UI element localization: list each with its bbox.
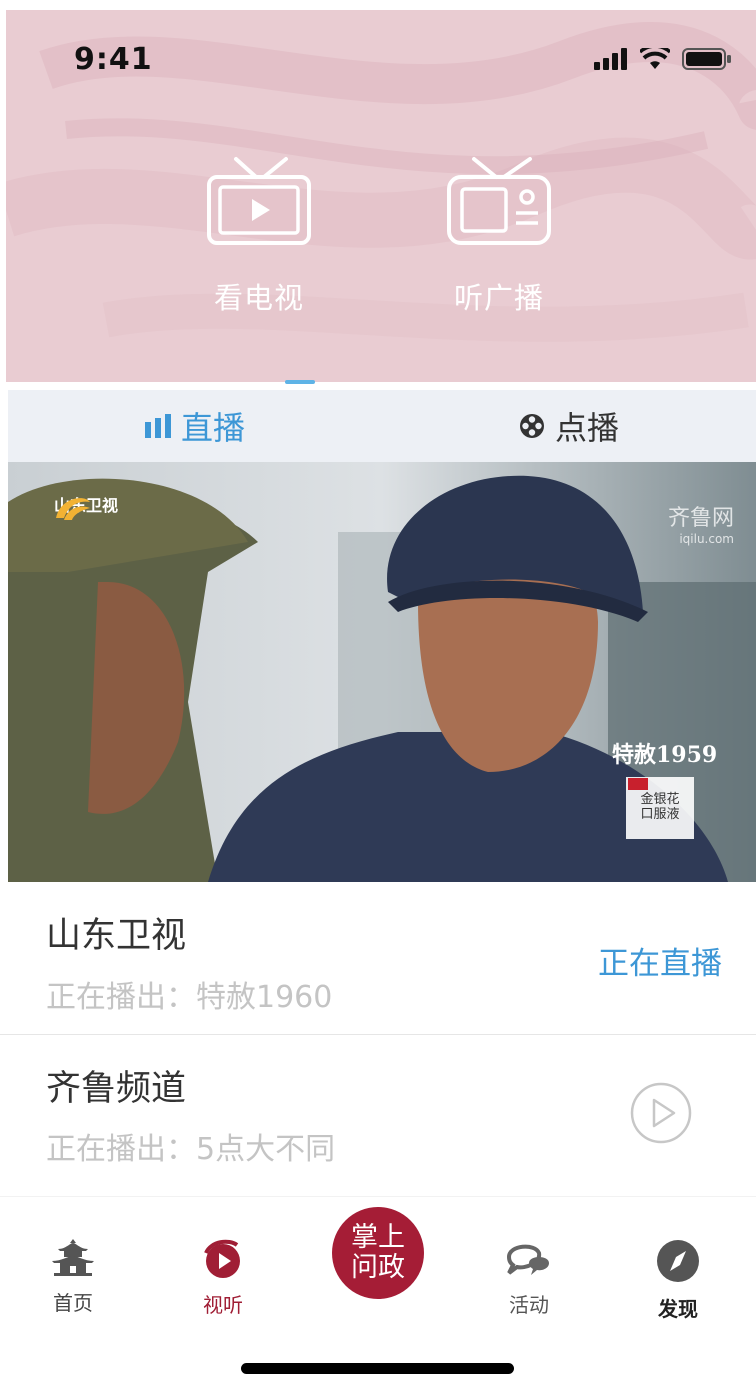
tv-icon — [207, 157, 311, 245]
center-line-2: 问政 — [351, 1252, 405, 1283]
pagoda-icon — [52, 1239, 94, 1276]
video-player[interactable]: 特赦1959 山东卫视 齐鲁网 iqilu.com 金银花 口服液 — [8, 462, 756, 882]
now-playing: 正在播出：特赦1960 — [46, 980, 333, 1015]
channel-name: 山东卫视 — [46, 916, 187, 956]
now-playing: 正在播出：5点大不同 — [46, 1132, 336, 1167]
listen-radio-label: 听广播 — [453, 281, 544, 315]
watch-tv-button[interactable]: 看电视 — [184, 155, 334, 317]
palm-politics-button[interactable]: 掌上 问政 — [332, 1207, 424, 1299]
ad-badge: 金银花 口服液 — [628, 792, 692, 822]
watermark: 齐鲁网 iqilu.com — [668, 500, 734, 546]
chat-bubbles-icon — [506, 1244, 549, 1275]
compass-icon — [657, 1240, 699, 1282]
tab-vod[interactable]: 点播 — [382, 390, 756, 462]
play-circle-icon[interactable] — [630, 1082, 692, 1144]
ad-line-2: 口服液 — [640, 807, 680, 822]
tab-audio-video[interactable]: 视听 — [163, 1239, 283, 1318]
watermark-sub: iqilu.com — [679, 532, 734, 546]
program-title-bug: 特赦1959 — [612, 742, 717, 768]
center-line-1: 掌上 — [351, 1222, 405, 1253]
tab-live-label: 直播 — [180, 409, 245, 447]
tab-home[interactable]: 首页 — [13, 1239, 133, 1316]
subtabs: 直播 点播 — [8, 390, 756, 462]
tab-discover-label: 发现 — [658, 1297, 698, 1321]
header-banner: 9:41 看电视 听广播 — [6, 10, 756, 382]
film-reel-icon — [519, 414, 544, 438]
live-status: 正在直播 — [598, 946, 722, 982]
status-bar: 9:41 — [6, 10, 756, 100]
station-logo: 山东卫视 — [54, 492, 118, 520]
play-circle-filled-icon — [204, 1239, 240, 1278]
channel-item-qilu[interactable]: 齐鲁频道 正在播出：5点大不同 — [0, 1036, 756, 1196]
tab-discover[interactable]: 发现 — [618, 1239, 738, 1322]
tab-indicator — [285, 380, 315, 384]
tab-audio-video-label: 视听 — [203, 1293, 243, 1317]
listen-radio-button[interactable]: 听广播 — [424, 155, 574, 317]
bar-chart-icon — [144, 414, 171, 438]
ad-line-1: 金银花 — [640, 792, 680, 807]
channel-name: 齐鲁频道 — [46, 1069, 187, 1109]
tab-home-label: 首页 — [53, 1291, 93, 1315]
battery-icon — [682, 48, 731, 70]
status-time: 9:41 — [74, 42, 153, 77]
watermark-text: 齐鲁网 — [667, 506, 734, 531]
tab-activities-label: 活动 — [509, 1293, 549, 1317]
home-indicator — [241, 1363, 514, 1374]
channel-item-shandong[interactable]: 山东卫视 正在播出：特赦1960 正在直播 — [0, 885, 756, 1035]
signal-icon — [594, 48, 627, 70]
station-logo-icon — [56, 498, 90, 520]
tab-vod-label: 点播 — [554, 409, 619, 447]
radio-icon — [447, 157, 551, 245]
tab-activities[interactable]: 活动 — [469, 1239, 589, 1318]
watch-tv-label: 看电视 — [213, 281, 304, 315]
wifi-icon — [640, 48, 670, 69]
status-icons — [594, 48, 732, 70]
tab-live[interactable]: 直播 — [8, 390, 382, 462]
